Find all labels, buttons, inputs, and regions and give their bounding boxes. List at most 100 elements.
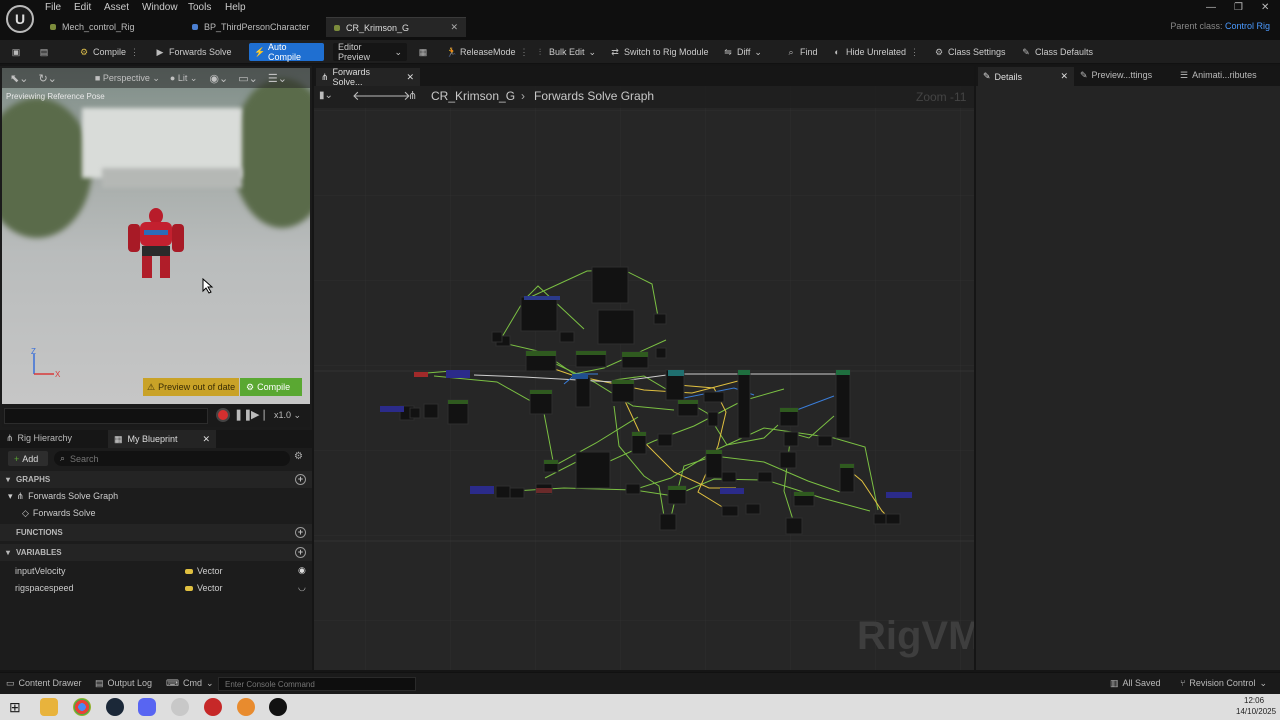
app-icon[interactable] <box>171 698 189 716</box>
compile-icon: ⚙ <box>246 381 255 392</box>
unreal-engine-taskbar-icon[interactable] <box>269 698 287 716</box>
tab-details[interactable]: ✎ Details ✕ <box>978 67 1074 86</box>
node-graph-canvas[interactable]: ▮⌄ 🡐 🡒 ⋔ CR_Krimson_G › Forwards Solve G… <box>314 86 974 670</box>
revision-control-dropdown[interactable]: ⑂ Revision Control ⌄ <box>1180 678 1267 689</box>
blender-icon[interactable] <box>237 698 255 716</box>
class-settings-button[interactable]: ⚙ Class Settings <box>929 43 1011 61</box>
restore-icon[interactable]: ❐ <box>1234 2 1243 13</box>
tab-mech-control-rig[interactable]: Mech_control_Rig <box>42 17 182 37</box>
variable-type[interactable]: Vector <box>197 566 223 576</box>
record-icon[interactable] <box>216 408 230 422</box>
variables-section-header[interactable]: ▾ VARIABLES + <box>0 544 312 561</box>
timeline-scrubber[interactable] <box>4 408 208 424</box>
menu-bar: U File Edit Asset Window Tools Help Mech… <box>0 0 1280 40</box>
search-field[interactable]: ⌕ <box>54 451 290 466</box>
menu-help[interactable]: Help <box>225 2 246 13</box>
show-flags-icon[interactable]: ◉⌄ <box>209 72 228 85</box>
close-window-icon[interactable]: ✕ <box>1261 2 1269 13</box>
binoculars-icon: ⌕ <box>788 47 794 57</box>
tab-rig-hierarchy[interactable]: ⋔ Rig Hierarchy <box>6 433 72 444</box>
transform-icon[interactable]: ↻⌄ <box>38 72 56 85</box>
perspective-dropdown[interactable]: ■ Perspective ⌄ <box>95 73 160 84</box>
output-log-button[interactable]: ▤ Output Log <box>95 678 152 689</box>
class-defaults-button[interactable]: ✎ Class Defaults <box>1016 43 1098 61</box>
close-tab-icon[interactable]: ✕ <box>406 72 414 83</box>
hamburger-menu-icon[interactable]: ☰⌄ <box>268 72 287 85</box>
graph-item-forwards-solve-graph[interactable]: ▾ ⋔ Forwards Solve Graph <box>8 491 118 502</box>
menu-asset[interactable]: Asset <box>104 2 129 13</box>
select-mode-icon[interactable]: ⬉⌄ <box>10 72 28 85</box>
axis-z-label: Z <box>31 347 36 356</box>
play-arrow-icon: ▶ <box>156 47 164 57</box>
add-button[interactable]: + Add <box>8 451 48 466</box>
playback-speed-dropdown[interactable]: x1.0 ⌄ <box>274 410 301 421</box>
save-button[interactable]: ▣ <box>6 43 26 61</box>
all-saved-button[interactable]: ▥ All Saved <box>1110 678 1161 689</box>
editor-preview-dropdown[interactable]: Editor Preview ⌄ <box>333 42 407 62</box>
search-input[interactable] <box>70 453 271 464</box>
menu-tools[interactable]: Tools <box>188 2 211 13</box>
add-function-icon[interactable]: + <box>295 527 306 538</box>
lit-dropdown[interactable]: ● Lit ⌄ <box>170 73 198 84</box>
cmd-dropdown[interactable]: ⌨ Cmd ⌄ <box>166 678 214 689</box>
switch-rig-module-button[interactable]: ⇄ Switch to Rig Module <box>605 43 714 61</box>
bulk-edit-dropdown[interactable]: ⫶ Bulk Edit ⌄ <box>530 43 601 61</box>
windows-start-icon[interactable]: ⊞ <box>9 699 21 716</box>
list-icon: ☰ <box>1180 70 1189 80</box>
content-drawer-button[interactable]: ▭ Content Drawer <box>6 678 82 689</box>
minimize-icon[interactable]: — <box>1206 2 1216 13</box>
console-command-input[interactable] <box>218 677 416 691</box>
pause-icon[interactable]: ❚❚ <box>234 408 252 421</box>
details-panel: ✎ Details ✕ ✎ Preview...ttings ☰ Animati...r… <box>976 66 1280 670</box>
auto-compile-toggle[interactable]: ⚡ Auto Compile <box>249 42 324 62</box>
record-app-icon[interactable] <box>204 698 222 716</box>
add-graph-icon[interactable]: + <box>295 474 306 485</box>
tab-animation-attributes[interactable]: ☰ Animati...ributes <box>1180 70 1257 81</box>
browse-button[interactable]: ▤ <box>34 43 54 61</box>
compile-button[interactable]: ⚙ Compile ⋮ <box>74 43 144 61</box>
tab-bp-third-person[interactable]: BP_ThirdPersonCharacter <box>184 17 322 37</box>
variable-type[interactable]: Vector <box>197 583 223 593</box>
add-variable-icon[interactable]: + <box>295 547 306 558</box>
variable-row[interactable]: inputVelocity Vector ◉ <box>0 564 312 580</box>
find-button[interactable]: ⌕ Find <box>781 43 823 61</box>
building-blur <box>102 168 242 188</box>
graph-tab-strip: ⋔ Forwards Solve... ✕ <box>314 66 974 87</box>
axis-x-label: X <box>55 370 61 379</box>
tab-cr-krimson[interactable]: CR_Krimson_G ✕ <box>326 17 466 37</box>
menu-window[interactable]: Window <box>142 2 178 13</box>
close-tab-icon[interactable]: ✕ <box>202 434 210 445</box>
functions-section-header[interactable]: FUNCTIONS + <box>0 524 312 541</box>
file-explorer-icon[interactable] <box>40 698 58 716</box>
windows-taskbar <box>0 694 1280 720</box>
visibility-eye-icon[interactable]: ◉ <box>298 565 306 576</box>
menu-file[interactable]: File <box>45 2 61 13</box>
tab-preview-settings[interactable]: ✎ Preview...ttings <box>1080 70 1152 81</box>
graphs-section-header[interactable]: ▾ GRAPHS + <box>0 471 312 488</box>
viewport[interactable]: ⬉⌄ ↻⌄ ■ Perspective ⌄ ● Lit ⌄ ◉⌄ ▭⌄ ☰⌄ P… <box>2 68 310 404</box>
blueprint-asset-icon <box>192 24 198 30</box>
step-forward-icon[interactable]: ▶❘ <box>251 408 269 421</box>
tab-forwards-solve[interactable]: ⋔ Forwards Solve... ✕ <box>316 67 420 87</box>
diff-dropdown[interactable]: ⇋ Diff ⌄ <box>718 43 767 61</box>
settings-gear-icon[interactable]: ⚙ <box>294 451 303 462</box>
hide-unrelated-button[interactable]: ◐ Hide Unrelated ⋮ <box>827 43 924 61</box>
release-mode-button[interactable]: 🏃 ReleaseMode ⋮ <box>441 43 534 61</box>
graph-subitem-forwards-solve[interactable]: ◇ Forwards Solve <box>22 508 95 519</box>
discord-icon[interactable] <box>138 698 156 716</box>
parent-class-link[interactable]: Control Rig <box>1225 21 1270 31</box>
close-tab-icon[interactable]: ✕ <box>450 22 458 33</box>
forwards-solve-button[interactable]: ▶ Forwards Solve <box>150 43 237 61</box>
variable-row[interactable]: rigspacespeed Vector ◡ <box>0 581 312 597</box>
visibility-closed-eye-icon[interactable]: ◡ <box>298 582 306 593</box>
steam-icon[interactable] <box>106 698 124 716</box>
preview-toggle[interactable]: ▦ <box>413 43 433 61</box>
menu-edit[interactable]: Edit <box>74 2 91 13</box>
chrome-icon[interactable] <box>73 698 91 716</box>
tree-blur <box>232 78 310 228</box>
close-tab-icon[interactable]: ✕ <box>1060 71 1068 82</box>
viewport-compile-button[interactable]: ⚙ Compile <box>240 378 302 396</box>
unreal-logo-icon[interactable]: U <box>6 5 34 33</box>
tab-my-blueprint[interactable]: ▦ My Blueprint ✕ <box>108 430 216 448</box>
view-options-icon[interactable]: ▭⌄ <box>238 72 258 85</box>
